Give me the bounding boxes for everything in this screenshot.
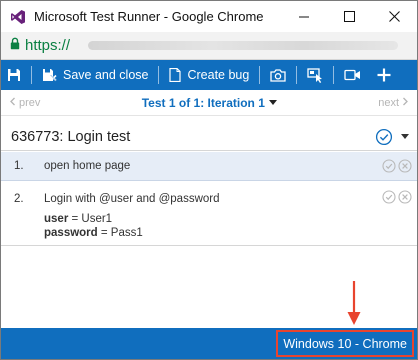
- step-outcome-actions: [380, 159, 417, 173]
- save-and-close-label: Save and close: [63, 68, 149, 82]
- next-button[interactable]: next: [378, 97, 409, 109]
- fail-step-icon[interactable]: [398, 190, 412, 204]
- toolbar-divider: [158, 66, 160, 84]
- prev-label: prev: [19, 96, 41, 109]
- add-icon: [377, 68, 391, 82]
- screenshot-icon: [270, 68, 286, 82]
- parameter-value: Pass1: [110, 227, 143, 239]
- next-label: next: [378, 96, 399, 109]
- visual-studio-icon: [10, 9, 26, 25]
- iteration-label: Test 1 of 1: Iteration 1: [141, 95, 265, 110]
- test-case-title: 636773: Login test: [11, 128, 131, 145]
- create-bug-button[interactable]: Create bug: [163, 60, 255, 90]
- parameter-name: user: [44, 213, 69, 225]
- toolbar-divider: [31, 66, 32, 84]
- screenshot-button[interactable]: [264, 60, 292, 90]
- iteration-nav: prev Test 1 of 1: Iteration 1 next: [1, 90, 417, 116]
- pass-step-icon[interactable]: [382, 159, 396, 173]
- test-step[interactable]: 1. open home page: [1, 152, 417, 181]
- caret-down-icon: [268, 100, 277, 105]
- step-number: 1.: [14, 160, 24, 172]
- prev-button[interactable]: prev: [9, 97, 40, 109]
- title-bar: Microsoft Test Runner - Google Chrome: [1, 1, 417, 32]
- parameter-value: User1: [81, 213, 113, 225]
- toolbar-divider: [333, 66, 335, 84]
- environment-label: Windows 10 - Chrome: [276, 330, 414, 357]
- step-number: 2.: [14, 193, 24, 205]
- step-parameter: user = User1: [44, 213, 380, 225]
- create-bug-icon: [169, 68, 182, 82]
- step-action: open home page: [44, 160, 131, 172]
- parameter-equals: =: [97, 227, 111, 239]
- close-button[interactable]: [372, 1, 417, 32]
- lock-icon: [10, 37, 20, 55]
- record-video-icon: [344, 69, 361, 81]
- iteration-selector[interactable]: Test 1 of 1: Iteration 1: [142, 96, 277, 110]
- url-scheme: https://: [25, 37, 71, 54]
- create-bug-label: Create bug: [187, 68, 250, 82]
- maximize-button[interactable]: [327, 1, 372, 32]
- capture-actions-button[interactable]: [301, 60, 329, 90]
- step-action: Login with @user and @password: [44, 193, 220, 205]
- minimize-button[interactable]: [282, 1, 327, 32]
- step-content: Login with @user and @password user = Us…: [31, 182, 380, 245]
- chevron-right-icon: [402, 97, 409, 109]
- add-button[interactable]: [371, 60, 397, 90]
- record-video-button[interactable]: [338, 60, 367, 90]
- step-outcome-actions: [380, 182, 417, 245]
- browser-window: Microsoft Test Runner - Google Chrome ht…: [0, 0, 418, 360]
- chevron-left-icon: [9, 97, 16, 109]
- pass-test-icon[interactable]: [375, 128, 393, 146]
- address-bar[interactable]: https://: [1, 32, 417, 60]
- save-and-close-icon: [42, 68, 57, 82]
- parameter-equals: =: [68, 213, 82, 225]
- save-icon: [7, 68, 21, 82]
- parameter-name: password: [44, 227, 98, 239]
- toolbar-divider: [259, 66, 261, 84]
- save-button[interactable]: [1, 60, 27, 90]
- outcome-dropdown-icon[interactable]: [401, 134, 409, 139]
- pass-step-icon[interactable]: [382, 190, 396, 204]
- save-and-close-button[interactable]: Save and close: [36, 60, 154, 90]
- url-redacted: [88, 41, 399, 50]
- step-parameter: password = Pass1: [44, 227, 380, 239]
- toolbar: Save and close Create bug: [1, 60, 417, 90]
- toolbar-divider: [296, 66, 298, 84]
- test-step[interactable]: 2. Login with @user and @password user =…: [1, 182, 417, 246]
- window-title: Microsoft Test Runner - Google Chrome: [34, 9, 264, 24]
- capture-actions-icon: [307, 67, 323, 83]
- status-bar: Windows 10 - Chrome: [1, 328, 417, 359]
- test-case-header: 636773: Login test: [1, 123, 417, 151]
- fail-step-icon[interactable]: [398, 159, 412, 173]
- annotation-arrow-icon: [347, 281, 361, 331]
